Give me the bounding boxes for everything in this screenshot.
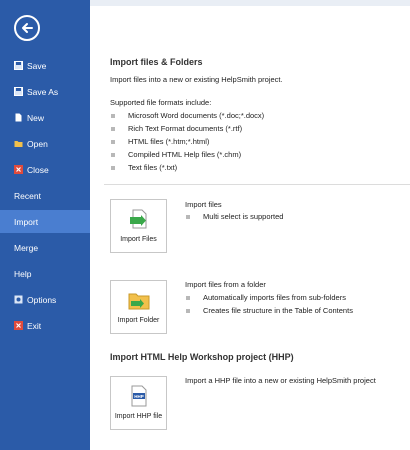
- save-icon: [14, 61, 23, 70]
- save-as-icon: [14, 87, 23, 96]
- import-files-heading: Import files: [185, 200, 222, 209]
- close-icon: [14, 165, 23, 174]
- sidebar-item-label: Recent: [14, 190, 41, 201]
- import-hhp-label: Import HHP file: [114, 413, 163, 420]
- bullet-icon: [186, 309, 190, 313]
- bullet-icon: [111, 114, 115, 118]
- page-title: Import files & Folders: [110, 57, 203, 67]
- sidebar-item-label: Open: [27, 138, 48, 149]
- main-panel: Import files & Folders Import files into…: [90, 0, 410, 450]
- import-folder-bullet: Creates file structure in the Table of C…: [203, 306, 353, 315]
- top-strip: [90, 0, 410, 6]
- sidebar-item-recent[interactable]: Recent: [0, 184, 90, 207]
- import-files-icon: [128, 208, 150, 230]
- bullet-icon: [186, 215, 190, 219]
- exit-icon: [14, 321, 23, 330]
- back-arrow-icon: [22, 23, 33, 33]
- divider: [104, 184, 410, 185]
- bullet-icon: [186, 296, 190, 300]
- sidebar-item-label: Save As: [27, 86, 59, 97]
- sidebar-item-label: New: [27, 112, 45, 123]
- format-item: Microsoft Word documents (*.doc;*.docx): [128, 111, 265, 120]
- format-item: HTML files (*.htm;*.html): [128, 137, 210, 146]
- sidebar-item-options[interactable]: Options: [0, 288, 90, 311]
- sidebar-item-import[interactable]: Import: [0, 210, 90, 233]
- hhp-file-icon: HHP: [128, 385, 150, 407]
- sidebar-item-save-as[interactable]: Save As: [0, 80, 90, 103]
- import-folder-button[interactable]: Import Folder: [110, 280, 167, 334]
- sidebar-item-label: Options: [27, 294, 57, 305]
- sidebar-item-label: Help: [14, 268, 32, 279]
- new-icon: [14, 113, 23, 122]
- options-icon: [14, 295, 23, 304]
- back-button[interactable]: [14, 15, 40, 41]
- format-item: Compiled HTML Help files (*.chm): [128, 150, 242, 159]
- sidebar-item-save[interactable]: Save: [0, 54, 90, 77]
- import-files-bullet: Multi select is supported: [203, 212, 284, 221]
- bullet-icon: [111, 166, 115, 170]
- sidebar-item-label: Merge: [14, 242, 39, 253]
- import-folder-bullet: Automatically imports files from sub-fol…: [203, 293, 346, 302]
- sidebar: Save Save As New Open Close Recent Impor…: [0, 0, 90, 450]
- import-folder-heading: Import files from a folder: [185, 280, 266, 289]
- sidebar-item-open[interactable]: Open: [0, 132, 90, 155]
- format-item: Text files (*.txt): [128, 163, 178, 172]
- svg-text:HHP: HHP: [134, 394, 144, 399]
- intro-text: Import files into a new or existing Help…: [110, 75, 283, 84]
- sidebar-item-label: Close: [27, 164, 49, 175]
- bullet-icon: [111, 153, 115, 157]
- sidebar-item-label: Exit: [27, 320, 42, 331]
- import-files-button[interactable]: Import Files: [110, 199, 167, 253]
- sidebar-item-merge[interactable]: Merge: [0, 236, 90, 259]
- open-folder-icon: [14, 139, 23, 148]
- sidebar-item-exit[interactable]: Exit: [0, 314, 90, 337]
- sidebar-item-new[interactable]: New: [0, 106, 90, 129]
- bullet-icon: [111, 127, 115, 131]
- bullet-icon: [111, 140, 115, 144]
- format-item: Rich Text Format documents (*.rtf): [128, 124, 243, 133]
- import-folder-label: Import Folder: [117, 317, 160, 324]
- import-folder-icon: [128, 289, 150, 311]
- import-hhp-button[interactable]: HHP Import HHP file: [110, 376, 167, 430]
- import-hhp-description: Import a HHP file into a new or existing…: [185, 376, 376, 385]
- import-files-label: Import Files: [120, 236, 157, 243]
- sidebar-item-close[interactable]: Close: [0, 158, 90, 181]
- hhp-section-title: Import HTML Help Workshop project (HHP): [110, 352, 294, 362]
- sidebar-item-label: Save: [27, 60, 47, 71]
- sidebar-item-help[interactable]: Help: [0, 262, 90, 285]
- sidebar-item-label: Import: [14, 216, 39, 227]
- formats-heading: Supported file formats include:: [110, 98, 212, 107]
